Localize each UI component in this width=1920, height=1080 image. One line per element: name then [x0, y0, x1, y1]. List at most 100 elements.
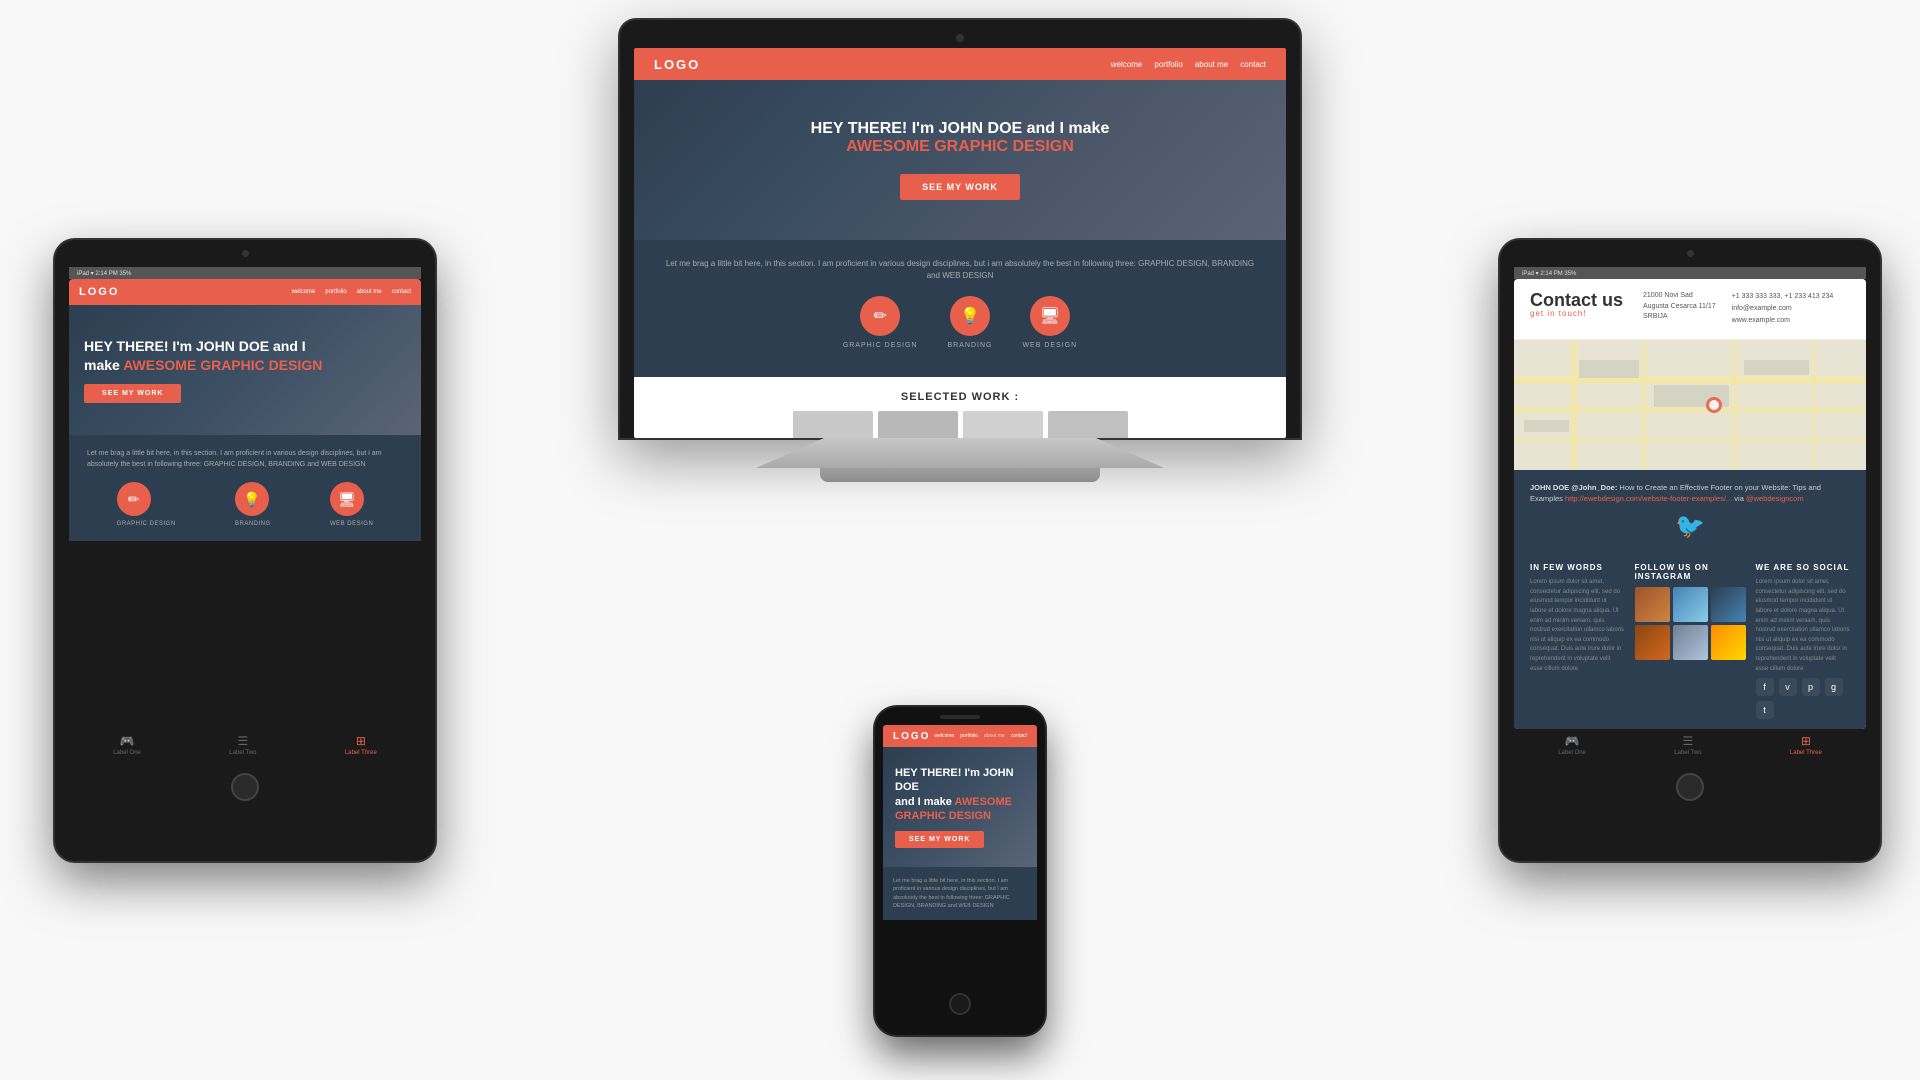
contact-twitter-section: JOHN DOE @John_Doe: How to Create an Eff… [1514, 470, 1866, 554]
tablet-right-frame: iPad ▾ 2:14 PM 35% Contact us get in tou… [1500, 240, 1880, 861]
tablet-left-graphic-icon: ✏ [117, 482, 151, 516]
contact-subtitle: get in touch! [1530, 309, 1623, 318]
phone-logo: LOGO [893, 731, 930, 742]
tablet-right-tab3-icon: ⊞ [1801, 734, 1811, 748]
tablet-left-icon-1: ✏ GRAPHIC DESIGN [117, 482, 176, 527]
work-title: SELECTED WORK : [654, 391, 1266, 403]
insta-6[interactable] [1711, 625, 1746, 660]
monitor-work: SELECTED WORK : [634, 377, 1286, 438]
vimeo-icon[interactable]: v [1779, 678, 1797, 696]
contact-info: 21000 Novi SadAugusta Cesarca 11/17SRBIJ… [1643, 291, 1850, 327]
phone-hero-title: HEY THERE! I'm JOHN DOEand I make AWESOM… [895, 766, 1025, 823]
tablet-left-tab-3[interactable]: ⊞ Label Three [345, 734, 377, 756]
tablet-left-about-text: Let me brag a little bit here, in this s… [87, 449, 403, 470]
monitor-stand [620, 438, 1300, 468]
phone-see-work-btn[interactable]: SEE MY WORK [895, 831, 984, 848]
google-plus-icon[interactable]: g [1825, 678, 1843, 696]
monitor-logo: LOGO [654, 57, 700, 72]
tablet-right-home-button[interactable] [1676, 773, 1704, 801]
footer-col-words: IN FEW WORDS Lorem ipsum dolor sit amet,… [1530, 563, 1625, 719]
phone-about-text: Let me brag a little bit here, in this s… [893, 877, 1027, 910]
tablet-left-nav: LOGO welcome portfolio about me contact [69, 279, 421, 305]
contact-map [1514, 340, 1866, 470]
phone-about: Let me brag a little bit here, in this s… [883, 867, 1037, 920]
footer-col-social: WE ARE SO SOCIAL Lorem ipsum dolor sit a… [1756, 563, 1851, 719]
tablet-right-tab-3[interactable]: ⊞ Label Three [1790, 734, 1822, 756]
tablet-right-tab-2[interactable]: ☰ Label Two [1674, 734, 1701, 756]
tablet-left-frame: iPad ▾ 2:14 PM 35% LOGO welcome portfoli… [55, 240, 435, 861]
monitor: LOGO welcome portfolio about me contact … [620, 20, 1300, 482]
tablet-left-home-button[interactable] [231, 773, 259, 801]
tablet-left-see-work-btn[interactable]: SEE MY WORK [84, 384, 181, 403]
tablet-left-about: Let me brag a little bit here, in this s… [69, 435, 421, 541]
footer-col-instagram: FOLLOW US ON INSTAGRAM [1635, 563, 1746, 719]
phone: LOGO welcome portfolio about me contact … [875, 707, 1045, 1035]
facebook-icon[interactable]: f [1756, 678, 1774, 696]
work-item-2[interactable] [878, 411, 958, 438]
footer-words-title: IN FEW WORDS [1530, 563, 1625, 572]
icon-branding: 💡 BRANDING [948, 296, 993, 349]
monitor-base [820, 468, 1100, 482]
tablet-right-screen: Contact us get in touch! 21000 Novi SadA… [1514, 279, 1866, 729]
pinterest-icon[interactable]: p [1802, 678, 1820, 696]
phone-home-button[interactable] [949, 993, 971, 1015]
tablet-left-tab-1[interactable]: 🎮 Label One [113, 734, 141, 756]
contact-phone-email: +1 333 333 333, +1 233 413 234info@examp… [1732, 291, 1834, 327]
scene: LOGO welcome portfolio about me contact … [0, 0, 1920, 1080]
about-icons: ✏ GRAPHIC DESIGN 💡 BRANDING 🖥 WEB DESIGN [664, 296, 1256, 349]
work-item-4[interactable] [1048, 411, 1128, 438]
tablet-left-webdesign-label: WEB DESIGN [330, 521, 373, 527]
nav-welcome[interactable]: welcome [1111, 60, 1143, 69]
footer-instagram-title: FOLLOW US ON INSTAGRAM [1635, 563, 1746, 581]
graphic-design-icon: ✏ [860, 296, 900, 336]
see-my-work-button[interactable]: SEE MY WORK [900, 174, 1020, 200]
tablet-left-nav-links: welcome portfolio about me contact [292, 289, 411, 295]
insta-4[interactable] [1635, 625, 1670, 660]
contact-title: Contact us [1530, 291, 1623, 309]
monitor-nav: LOGO welcome portfolio about me contact [634, 48, 1286, 80]
social-icons: f v p g t [1756, 678, 1851, 719]
web-design-icon: 🖥 [1030, 296, 1070, 336]
insta-2[interactable] [1673, 587, 1708, 622]
monitor-nav-links: welcome portfolio about me contact [1111, 60, 1266, 69]
insta-3[interactable] [1711, 587, 1746, 622]
phone-screen: LOGO welcome portfolio about me contact … [883, 725, 1037, 985]
monitor-screen: LOGO welcome portfolio about me contact … [634, 48, 1286, 438]
tablet-left-screen: LOGO welcome portfolio about me contact … [69, 279, 421, 729]
monitor-about: Let me brag a little bit here, in this s… [634, 240, 1286, 377]
tablet-left: iPad ▾ 2:14 PM 35% LOGO welcome portfoli… [55, 240, 435, 861]
nav-about[interactable]: about me [1195, 60, 1228, 69]
tablet-left-icon-3: 🖥 WEB DESIGN [330, 482, 373, 527]
tablet-left-branding-label: BRANDING [235, 521, 271, 527]
tablet-left-tab-2[interactable]: ☰ Label Two [229, 734, 256, 756]
nav-contact[interactable]: contact [1240, 60, 1266, 69]
contact-page: Contact us get in touch! 21000 Novi SadA… [1514, 279, 1866, 729]
gamepad-icon: 🎮 [120, 734, 135, 748]
twitter-social-icon[interactable]: t [1756, 701, 1774, 719]
branding-label: BRANDING [948, 342, 993, 349]
phone-hero: HEY THERE! I'm JOHN DOEand I make AWESOM… [883, 747, 1037, 867]
branding-icon: 💡 [950, 296, 990, 336]
work-item-3[interactable] [963, 411, 1043, 438]
footer-words-text: Lorem ipsum dolor sit amet, consectetur … [1530, 578, 1625, 674]
phone-speaker [940, 715, 980, 719]
insta-1[interactable] [1635, 587, 1670, 622]
tablet-left-status: iPad ▾ 2:14 PM 35% [69, 267, 421, 279]
footer-social-title: WE ARE SO SOCIAL [1756, 563, 1851, 572]
insta-5[interactable] [1673, 625, 1708, 660]
work-item-1[interactable] [793, 411, 873, 438]
tablet-right-tab2-icon: ☰ [1683, 734, 1694, 748]
tablet-right: iPad ▾ 2:14 PM 35% Contact us get in tou… [1500, 240, 1880, 861]
grid-icon: ⊞ [356, 734, 366, 748]
monitor-hero: HEY THERE! I'm JOHN DOE and I make AWESO… [634, 80, 1286, 240]
tablet-left-webdesign-icon: 🖥 [330, 482, 364, 516]
nav-portfolio[interactable]: portfolio [1154, 60, 1182, 69]
tablet-right-tab1-icon: 🎮 [1565, 734, 1580, 748]
hero-title: HEY THERE! I'm JOHN DOE and I make AWESO… [811, 120, 1110, 156]
tablet-left-icon-2: 💡 BRANDING [235, 482, 271, 527]
tablet-left-camera [242, 250, 249, 257]
tablet-right-tab-1[interactable]: 🎮 Label One [1558, 734, 1586, 756]
contact-title-block: Contact us get in touch! [1530, 291, 1623, 327]
map-svg [1514, 340, 1866, 470]
tablet-left-hero: HEY THERE! I'm JOHN DOE and Imake AWESOM… [69, 305, 421, 435]
